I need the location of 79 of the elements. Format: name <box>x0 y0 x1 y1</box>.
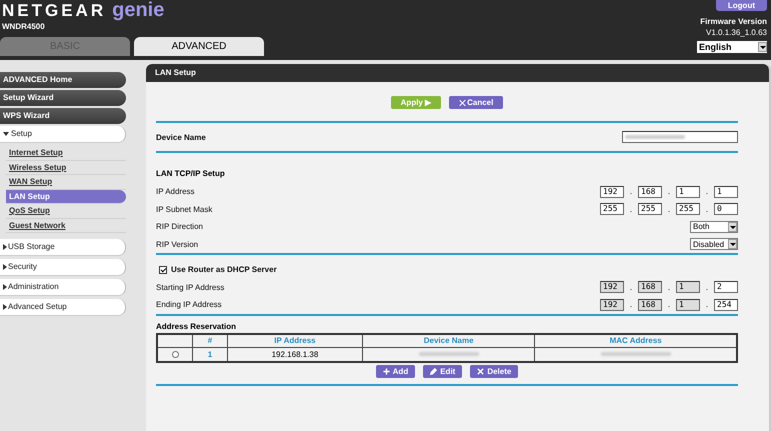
separator-dot: . <box>628 187 634 196</box>
separator-dot: . <box>628 282 634 292</box>
logout-button[interactable]: Logout <box>716 0 767 11</box>
ip-octet-field[interactable]: 255 <box>676 203 700 216</box>
ip-octet-field[interactable]: 192 <box>600 186 624 198</box>
product-logo-text: genie <box>112 0 164 20</box>
sidebar-button[interactable]: ADVANCED Home <box>0 72 126 88</box>
sidebar-link[interactable]: Wireless Setup <box>6 160 126 175</box>
field-label: Device Name <box>156 132 206 142</box>
ip-octet-field[interactable]: 254 <box>714 298 738 311</box>
ip-octet-field: 192 <box>600 298 624 311</box>
field-label: RIP Version <box>156 240 198 249</box>
redacted-text <box>600 352 671 356</box>
sidebar-section[interactable]: USB Storage <box>0 239 126 256</box>
sidebar-section[interactable]: Security <box>0 259 126 276</box>
section-title: LAN TCP/IP Setup <box>156 169 226 178</box>
field-label: IP Address <box>156 187 195 196</box>
brand-logo-text: NETGEAR <box>2 1 106 21</box>
ip-octet-field[interactable]: 1 <box>676 186 700 198</box>
redacted-text <box>418 352 479 356</box>
ip-octet-field: 168 <box>638 298 662 311</box>
panel-title-bar: LAN Setup <box>146 64 769 82</box>
table-action-button[interactable]: Delete <box>470 364 518 378</box>
table-action-button[interactable]: Edit <box>423 364 462 378</box>
ip-octet-field[interactable]: 0 <box>714 203 738 216</box>
checkbox[interactable] <box>159 266 167 274</box>
separator-dot: . <box>704 282 710 292</box>
sidebar-section[interactable]: Advanced Setup <box>0 299 126 316</box>
dropdown-select[interactable]: Both <box>690 220 738 233</box>
separator-dot: . <box>666 187 672 196</box>
sidebar-section[interactable]: Setup <box>0 126 126 143</box>
sidebar-link[interactable]: Guest Network <box>6 218 126 233</box>
section-title: Address Reservation <box>156 322 238 330</box>
separator-dot: . <box>666 204 672 214</box>
field-label: RIP Direction <box>156 222 203 232</box>
ip-octet-field[interactable]: 1 <box>714 186 738 198</box>
close-icon <box>459 100 466 106</box>
firmware-label: Firmware Version <box>700 17 767 26</box>
separator-dot: . <box>666 300 672 310</box>
radio-button[interactable] <box>172 350 178 358</box>
ip-octet-field: 1 <box>676 281 700 294</box>
cancel-button[interactable]: Cancel <box>449 96 504 109</box>
separator-dot: . <box>704 300 710 310</box>
tab[interactable]: ADVANCED <box>134 37 264 56</box>
column-header: # <box>192 334 228 348</box>
dropdown-select[interactable]: Disabled <box>690 238 738 250</box>
field-label: IP Subnet Mask <box>156 204 212 214</box>
sidebar-button[interactable]: WPS Wizard <box>0 108 126 124</box>
plus-icon <box>382 368 390 374</box>
ip-octet-field: 1 <box>676 298 700 311</box>
field-label: Starting IP Address <box>156 282 224 292</box>
model-name: WNDR4500 <box>2 22 46 31</box>
separator-dot: . <box>704 204 710 214</box>
checkbox-label: Use Router as DHCP Server <box>171 265 277 274</box>
separator-dot: . <box>628 300 634 310</box>
field-label: Ending IP Address <box>156 300 222 310</box>
separator-dot: . <box>666 282 672 292</box>
column-header: IP Address <box>228 334 362 348</box>
sidebar-section[interactable]: Administration <box>0 279 126 296</box>
redacted-text <box>625 135 685 139</box>
language-select[interactable]: English <box>697 41 767 53</box>
ip-octet-field: 192 <box>600 281 624 294</box>
ip-octet-field[interactable]: 255 <box>600 203 624 216</box>
sidebar-link[interactable]: QoS Setup <box>6 204 126 218</box>
firmware-version: V1.0.1.36_1.0.63 <box>706 28 767 37</box>
sidebar-link[interactable]: Internet Setup <box>6 146 126 160</box>
pencil-icon <box>430 368 438 374</box>
ip-octet-field: 168 <box>638 281 662 294</box>
device-name-field[interactable] <box>622 131 738 143</box>
close-icon <box>477 368 484 374</box>
column-header: Device Name <box>362 334 535 348</box>
ip-octet-field[interactable]: 255 <box>638 203 662 216</box>
sidebar-link[interactable]: LAN Setup <box>6 190 126 204</box>
separator-dot: . <box>628 204 634 214</box>
ip-octet-field[interactable]: 168 <box>638 186 662 198</box>
ip-octet-field[interactable]: 2 <box>714 281 738 294</box>
table-action-button[interactable]: Add <box>376 364 416 378</box>
sidebar-button[interactable]: Setup Wizard <box>0 90 126 106</box>
separator-dot: . <box>704 187 710 196</box>
